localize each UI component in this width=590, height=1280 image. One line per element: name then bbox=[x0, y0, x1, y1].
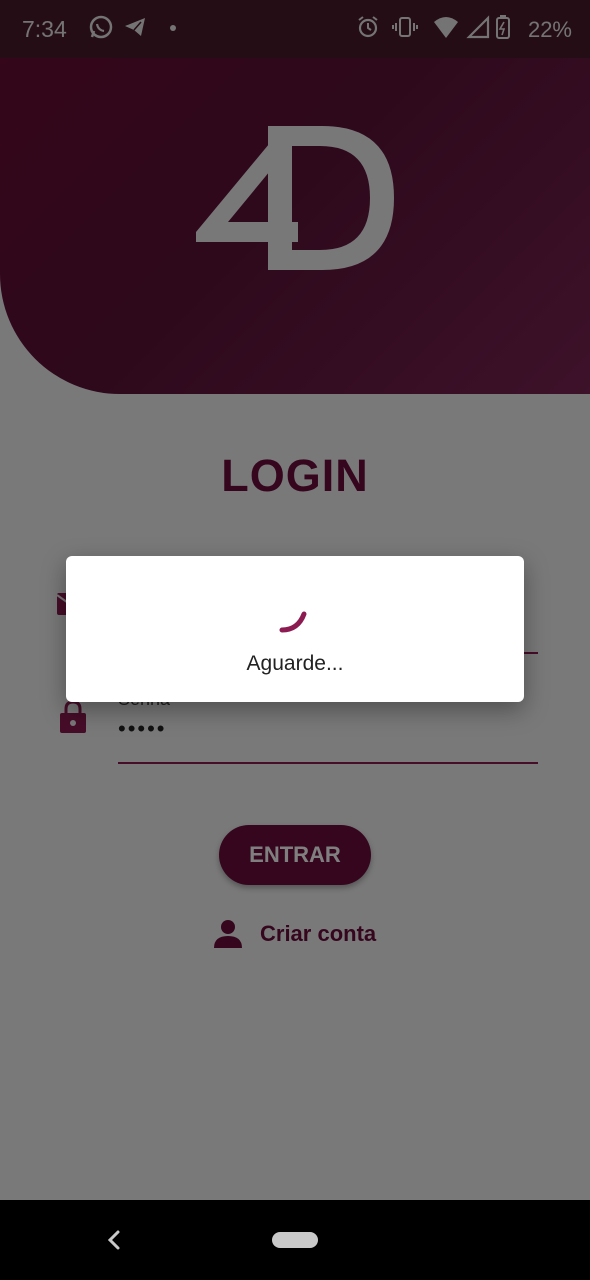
loading-spinner-icon bbox=[279, 611, 307, 633]
dialog-message: Aguarde... bbox=[246, 652, 344, 675]
home-pill[interactable] bbox=[272, 1232, 318, 1248]
back-icon[interactable] bbox=[100, 1224, 128, 1256]
nav-bar bbox=[0, 1200, 590, 1280]
